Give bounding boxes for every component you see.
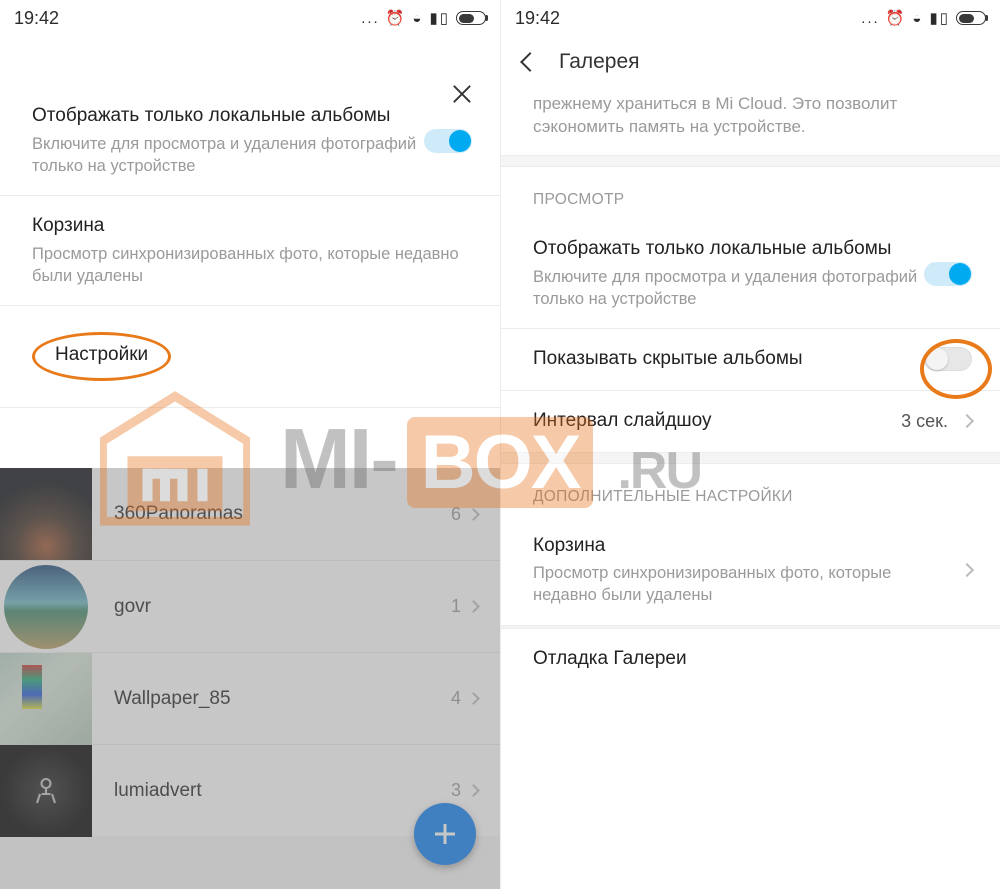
clock-time: 19:42 [14, 8, 59, 29]
setting-settings[interactable]: Настройки [0, 305, 500, 407]
setting-title: Интервал слайдшоу [533, 409, 891, 434]
setting-local-albums[interactable]: Отображать только локальные альбомы Вклю… [501, 219, 1000, 328]
status-icons: ... ⏰ ◒ ▮▯ [361, 9, 486, 27]
setting-subtitle: Просмотр синхронизированных фото, которы… [533, 562, 948, 607]
setting-title: Показывать скрытые альбомы [533, 347, 924, 372]
signal-icon: ▮▯ [429, 9, 450, 27]
left-screen: 19:42 ... ⏰ ◒ ▮▯ 360Panoramas 6 govr 1 W… [0, 0, 500, 889]
alarm-icon: ⏰ [386, 9, 407, 27]
setting-title: Отображать только локальные альбомы [32, 104, 424, 129]
signal-icon: ▮▯ [929, 9, 950, 27]
highlight-annotation: Настройки [32, 332, 171, 381]
setting-trash[interactable]: Корзина Просмотр синхронизированных фото… [0, 195, 500, 305]
more-icon: ... [361, 10, 380, 27]
toggle-local-albums[interactable] [924, 262, 972, 286]
setting-title: Настройки [55, 344, 148, 365]
setting-title: Корзина [533, 534, 948, 559]
close-button[interactable] [448, 80, 476, 108]
bottom-sheet: Отображать только локальные альбомы Вклю… [0, 36, 500, 468]
setting-subtitle: Включите для просмотра и удаления фотогр… [32, 133, 424, 178]
title-bar: Галерея [501, 36, 1000, 88]
back-button[interactable] [520, 52, 540, 72]
chevron-right-icon [960, 414, 974, 428]
setting-title: Отображать только локальные альбомы [533, 237, 924, 262]
section-gap [501, 452, 1000, 464]
status-bar: 19:42 ... ⏰ ◒ ▮▯ [0, 0, 500, 36]
section-gap [501, 155, 1000, 167]
right-screen: 19:42 ... ⏰ ◒ ▮▯ Галерея прежнему хранит… [500, 0, 1000, 889]
setting-trash[interactable]: Корзина Просмотр синхронизированных фото… [501, 516, 1000, 625]
battery-icon [956, 11, 986, 25]
setting-hidden-albums[interactable]: Показывать скрытые альбомы [501, 328, 1000, 390]
alarm-icon: ⏰ [886, 9, 907, 27]
clock-time: 19:42 [515, 8, 560, 29]
section-header-advanced: ДОПОЛНИТЕЛЬНЫЕ НАСТРОЙКИ [501, 464, 1000, 516]
setting-slideshow-interval[interactable]: Интервал слайдшоу 3 сек. [501, 390, 1000, 452]
setting-gallery-debug[interactable]: Отладка Галереи [501, 629, 1000, 690]
dimmed-overlay [0, 468, 500, 889]
setting-local-albums[interactable]: Отображать только локальные альбомы Вклю… [0, 86, 500, 195]
setting-title: Корзина [32, 214, 472, 239]
more-icon: ... [861, 10, 880, 27]
setting-value: 3 сек. [901, 411, 948, 432]
page-title: Галерея [559, 50, 640, 74]
highlight-annotation [920, 339, 992, 399]
status-bar: 19:42 ... ⏰ ◒ ▮▯ [501, 0, 1000, 36]
status-icons: ... ⏰ ◒ ▮▯ [861, 9, 986, 27]
battery-icon [456, 11, 486, 25]
setting-subtitle: Включите для просмотра и удаления фотогр… [533, 266, 924, 311]
wifi-icon: ◒ [412, 10, 423, 27]
cloud-info-text: прежнему храниться в Mi Cloud. Это позво… [501, 88, 1000, 155]
wifi-icon: ◒ [912, 10, 923, 27]
toggle-local-albums[interactable] [424, 129, 472, 153]
section-header-view: ПРОСМОТР [501, 167, 1000, 219]
setting-title: Отладка Галереи [533, 647, 972, 672]
chevron-right-icon [960, 563, 974, 577]
setting-subtitle: Просмотр синхронизированных фото, которы… [32, 243, 472, 288]
